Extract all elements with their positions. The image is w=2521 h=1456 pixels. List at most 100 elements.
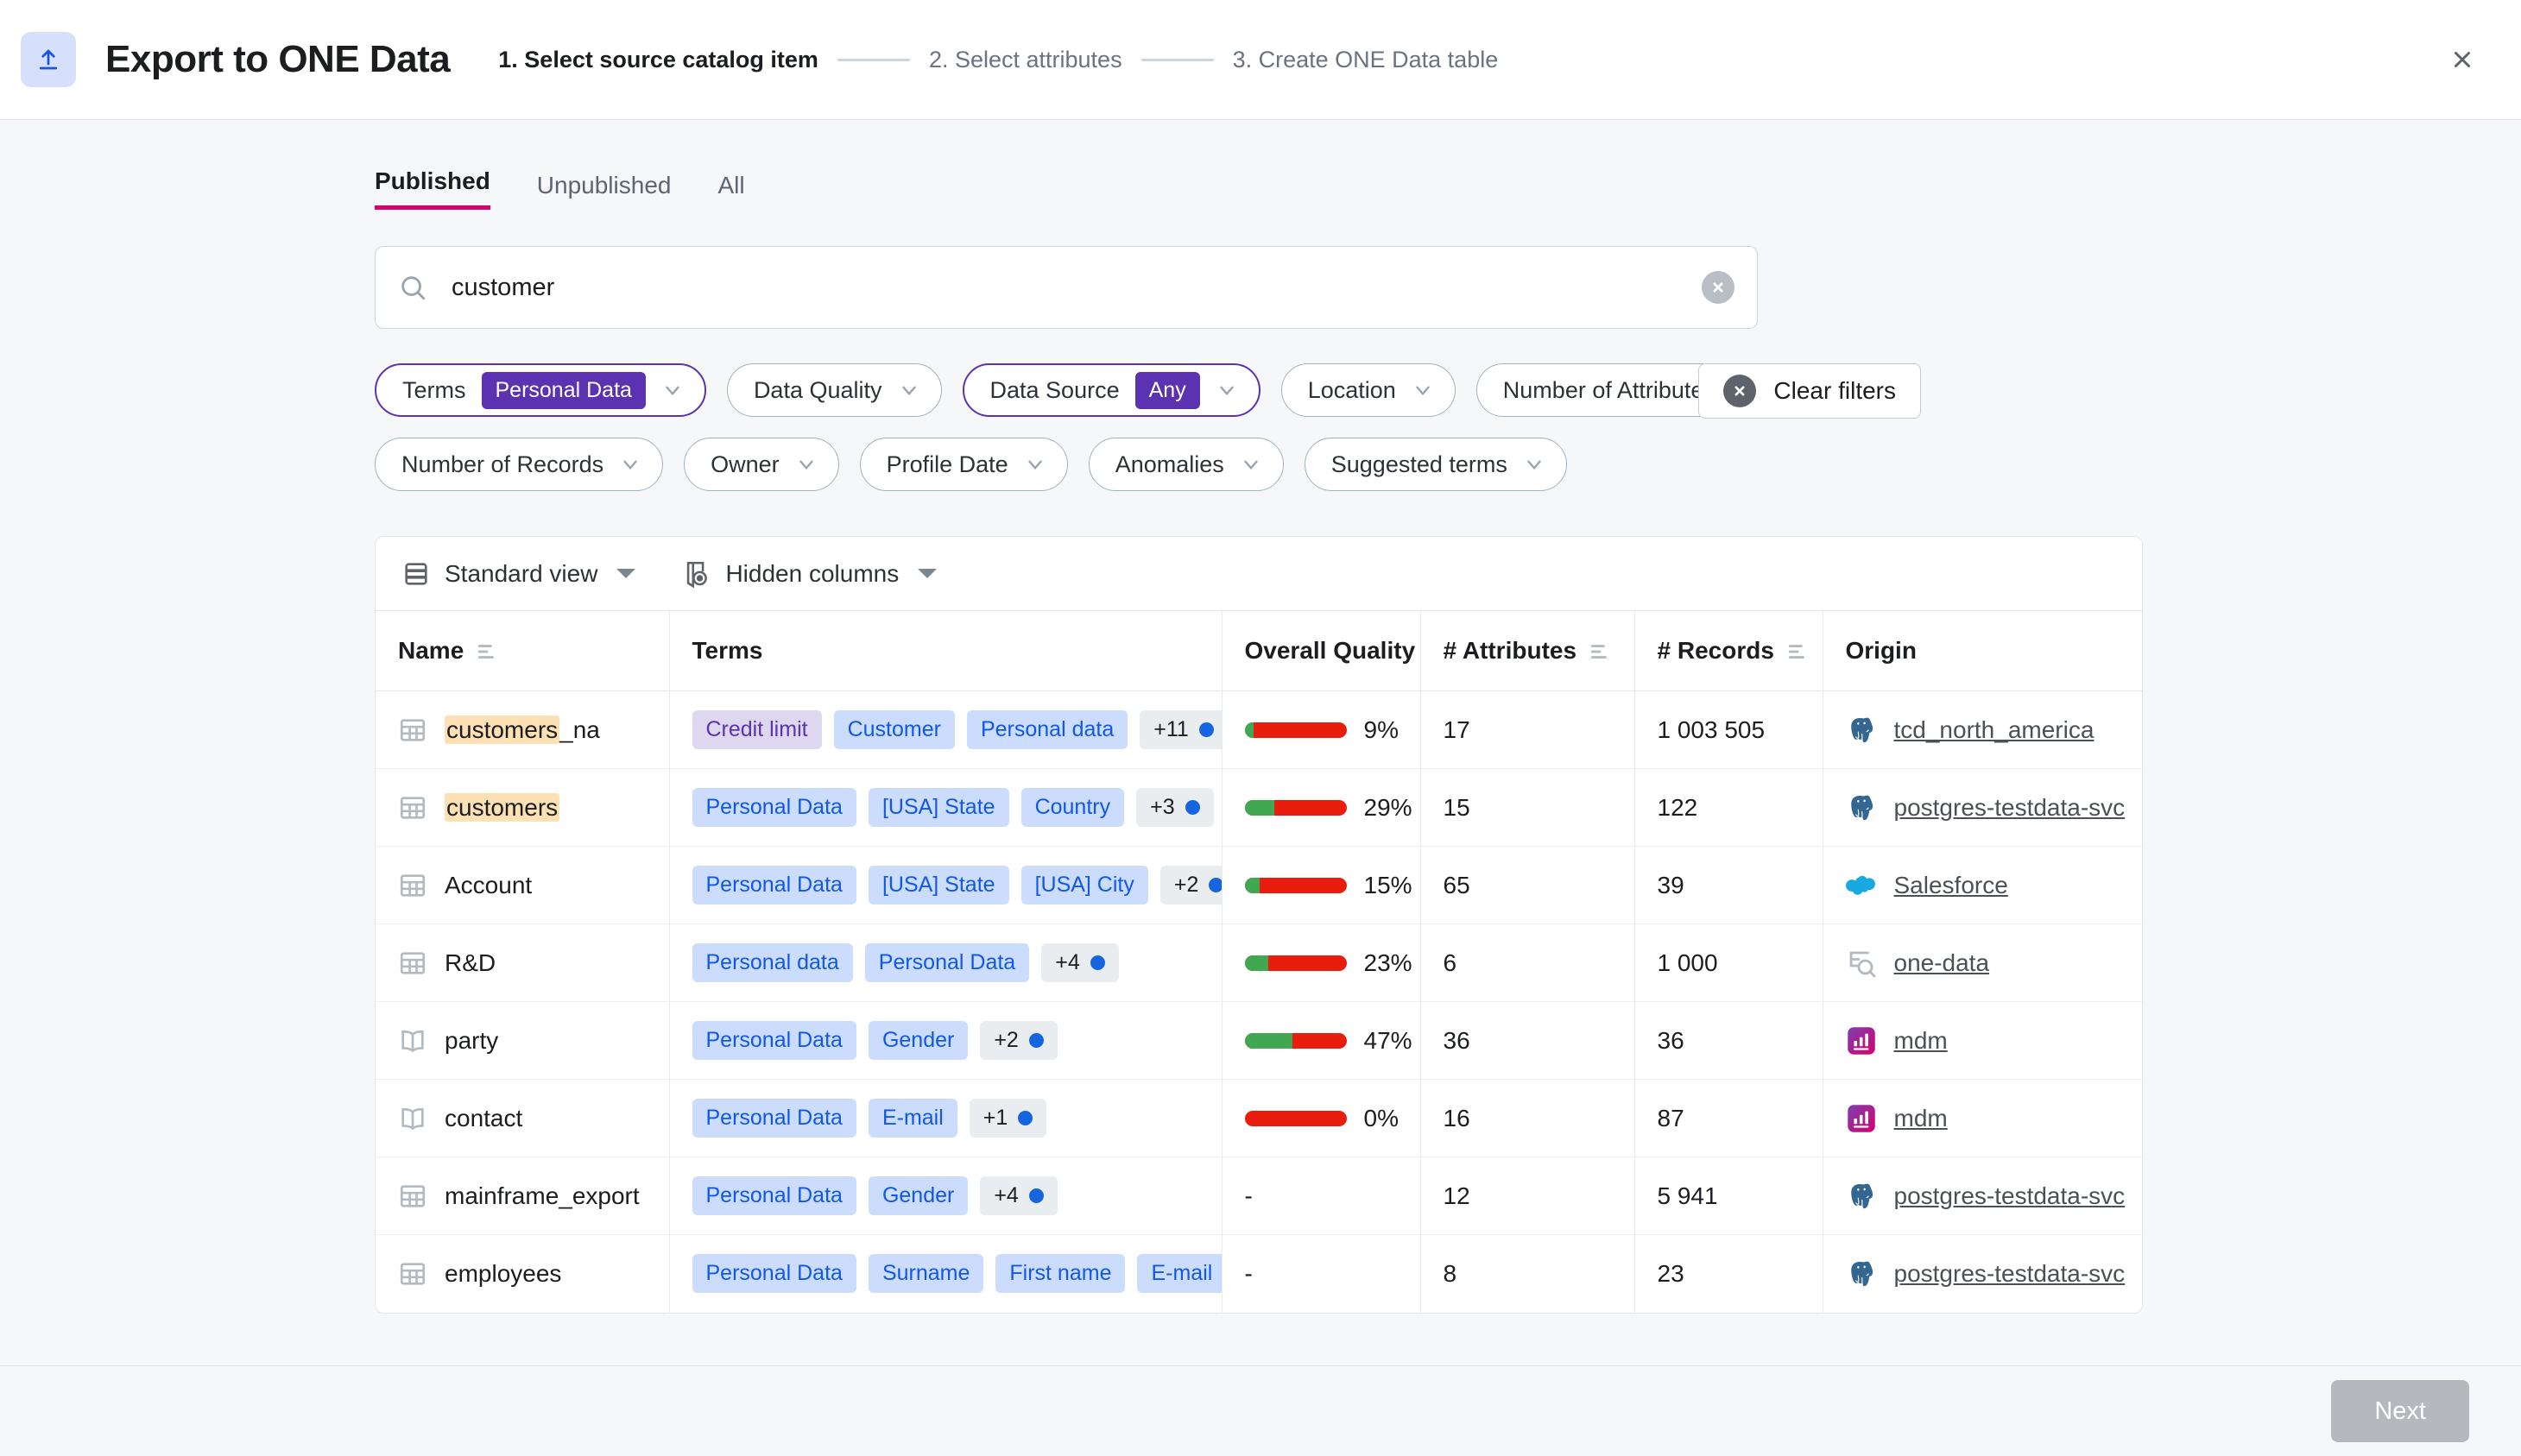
term-chip[interactable]: First name	[995, 1254, 1125, 1293]
cell-origin: postgres-testdata-svc	[1823, 769, 2142, 847]
term-chip[interactable]: Gender	[869, 1021, 968, 1060]
clear-filters-button[interactable]: Clear filters	[1698, 363, 1921, 419]
cell-name[interactable]: mainframe_export	[376, 1157, 669, 1235]
table-row[interactable]: R&DPersonal dataPersonal Data+423%61 000…	[376, 924, 2142, 1002]
origin-link[interactable]: postgres-testdata-svc	[1894, 1260, 2126, 1288]
step-1[interactable]: 1. Select source catalog item	[498, 47, 818, 73]
search-box[interactable]	[375, 246, 1758, 329]
term-chip[interactable]: Personal Data	[692, 1099, 856, 1138]
origin-link[interactable]: Salesforce	[1894, 872, 2008, 899]
cell-name[interactable]: contact	[376, 1080, 669, 1157]
column-header-name[interactable]: Name	[376, 611, 669, 691]
origin-link[interactable]: one-data	[1894, 949, 1990, 977]
filter-suggested-terms[interactable]: Suggested terms	[1305, 438, 1567, 491]
column-header-records[interactable]: # Records	[1634, 611, 1823, 691]
hidden-columns-label: Hidden columns	[725, 560, 899, 588]
filter-location[interactable]: Location	[1281, 363, 1456, 417]
filter-anomalies[interactable]: Anomalies	[1089, 438, 1284, 491]
term-chip[interactable]: Personal Data	[692, 788, 856, 827]
term-chip[interactable]: Surname	[869, 1254, 983, 1293]
chevron-down-icon	[918, 569, 937, 578]
more-terms-chip[interactable]: +2	[1160, 866, 1222, 904]
clear-filters-label: Clear filters	[1773, 377, 1896, 405]
filter-profile-date[interactable]: Profile Date	[860, 438, 1068, 491]
cell-name[interactable]: customers_na	[376, 691, 669, 769]
column-header-attributes[interactable]: # Attributes	[1420, 611, 1634, 691]
clear-search-icon[interactable]	[1702, 271, 1734, 304]
term-chip[interactable]: [USA] State	[869, 788, 1009, 827]
filter-chip-row: Terms Personal Data Data Quality Data So…	[375, 363, 1920, 491]
term-chip[interactable]: [USA] State	[869, 866, 1009, 904]
quality-value: 29%	[1364, 794, 1412, 822]
cell-records: 39	[1634, 847, 1823, 924]
step-2[interactable]: 2. Select attributes	[929, 47, 1122, 73]
term-chip[interactable]: [USA] City	[1021, 866, 1148, 904]
more-terms-chip[interactable]: +4	[1041, 943, 1119, 982]
rows-view-icon	[401, 559, 431, 589]
term-chip[interactable]: Personal Data	[692, 1254, 856, 1293]
column-header-overall-quality[interactable]: Overall Quality	[1222, 611, 1420, 691]
table-row[interactable]: mainframe_exportPersonal DataGender+4-12…	[376, 1157, 2142, 1235]
table-row[interactable]: partyPersonal DataGender+247%3636mdm	[376, 1002, 2142, 1080]
origin-link[interactable]: postgres-testdata-svc	[1894, 794, 2126, 822]
filter-number-of-records[interactable]: Number of Records	[375, 438, 663, 491]
filter-data-quality[interactable]: Data Quality	[727, 363, 942, 417]
table-row[interactable]: employees Personal Data Surname First name E…	[376, 1235, 2142, 1313]
term-chip[interactable]: Gender	[869, 1176, 968, 1215]
filter-owner[interactable]: Owner	[684, 438, 839, 491]
term-chip[interactable]: Personal data	[967, 710, 1128, 749]
cell-name[interactable]: customers	[376, 769, 669, 847]
table-icon	[398, 871, 427, 900]
standard-view-label: Standard view	[445, 560, 597, 588]
table-row[interactable]: customers_na Credit limit Customer Personal…	[376, 691, 2142, 769]
more-terms-chip[interactable]: +3	[1136, 788, 1214, 827]
term-chip[interactable]: Credit limit	[692, 710, 822, 749]
standard-view-selector[interactable]: Standard view	[401, 559, 635, 589]
close-icon[interactable]	[2438, 35, 2486, 84]
search-input[interactable]	[452, 274, 1702, 302]
cell-terms: Personal Data Surname First name E-mail	[669, 1235, 1222, 1313]
tab-unpublished[interactable]: Unpublished	[537, 172, 672, 210]
hidden-columns-selector[interactable]: Hidden columns	[682, 559, 937, 589]
term-chip[interactable]: Personal Data	[692, 1176, 856, 1215]
cell-name[interactable]: party	[376, 1002, 669, 1080]
cell-name[interactable]: Account	[376, 847, 669, 924]
more-terms-chip[interactable]: +4	[980, 1176, 1058, 1215]
term-chip[interactable]: Personal Data	[692, 1021, 856, 1060]
dialog-footer: Next	[0, 1365, 2521, 1456]
term-chip[interactable]: Personal Data	[865, 943, 1029, 982]
term-chip[interactable]: E-mail	[1137, 1254, 1221, 1293]
term-chip[interactable]: E-mail	[869, 1099, 957, 1138]
cell-overall-quality: 47%	[1222, 1002, 1420, 1080]
cell-origin: Salesforce	[1823, 847, 2142, 924]
cell-name[interactable]: R&D	[376, 924, 669, 1002]
column-header-origin[interactable]: Origin	[1823, 611, 2142, 691]
dot-icon	[1090, 955, 1105, 970]
table-row[interactable]: Account Personal Data [USA] State [USA] Cit…	[376, 847, 2142, 924]
more-terms-chip[interactable]: +11	[1140, 710, 1221, 749]
term-chip[interactable]: Customer	[834, 710, 955, 749]
filter-profile-date-label: Profile Date	[887, 451, 1008, 478]
step-3[interactable]: 3. Create ONE Data table	[1233, 47, 1499, 73]
origin-link[interactable]: mdm	[1894, 1105, 1948, 1132]
filter-terms[interactable]: Terms Personal Data	[375, 363, 706, 417]
table-row[interactable]: contactPersonal DataE-mail+10%1687mdm	[376, 1080, 2142, 1157]
next-button[interactable]: Next	[2331, 1380, 2469, 1442]
table-body: customers_na Credit limit Customer Personal…	[376, 691, 2142, 1313]
origin-link[interactable]: postgres-testdata-svc	[1894, 1182, 2126, 1210]
more-terms-chip[interactable]: +2	[980, 1021, 1058, 1060]
origin-link[interactable]: tcd_north_america	[1894, 716, 2095, 744]
tab-published[interactable]: Published	[375, 167, 490, 210]
term-chip[interactable]: Personal data	[692, 943, 853, 982]
filter-data-source[interactable]: Data Source Any	[963, 363, 1260, 417]
cell-name[interactable]: employees	[376, 1235, 669, 1313]
more-terms-chip[interactable]: +1	[970, 1099, 1047, 1138]
table-row[interactable]: customers Personal Data [USA] State Country…	[376, 769, 2142, 847]
term-chip[interactable]: Personal Data	[692, 866, 856, 904]
origin-link[interactable]: mdm	[1894, 1027, 1948, 1055]
tab-all[interactable]: All	[717, 172, 744, 210]
column-header-terms[interactable]: Terms	[669, 611, 1222, 691]
dot-icon	[1199, 722, 1214, 737]
term-chip[interactable]: Country	[1021, 788, 1125, 827]
quality-value: 47%	[1364, 1027, 1412, 1055]
